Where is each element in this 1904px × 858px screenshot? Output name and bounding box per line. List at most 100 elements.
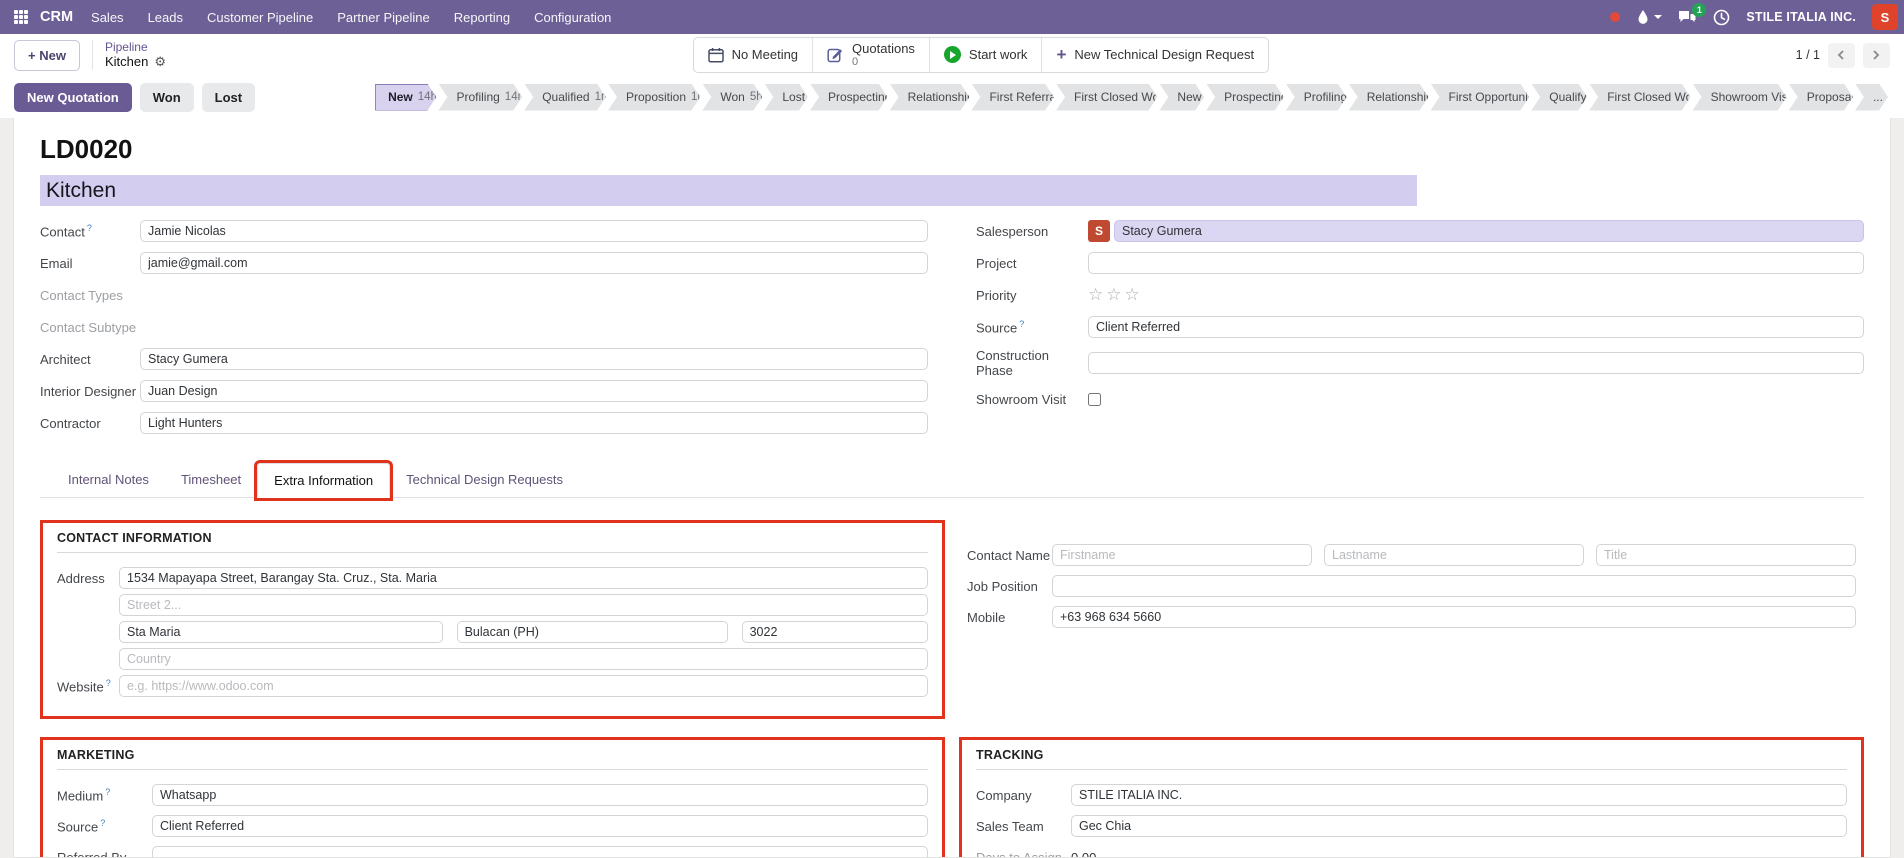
zip-input[interactable] (742, 621, 928, 643)
source-label: Source? (976, 319, 1088, 335)
new-record-button[interactable]: + New (14, 40, 80, 71)
user-avatar[interactable]: S (1872, 4, 1898, 30)
status-bar: New QuotationWonLost New14hProfiling14mQ… (0, 76, 1904, 118)
showroom-visit-checkbox[interactable] (1088, 393, 1101, 406)
referred-by-input[interactable] (152, 846, 928, 858)
contractor-input[interactable] (140, 412, 928, 434)
stage-won[interactable]: Won5h (702, 84, 764, 111)
marketing-source-input[interactable] (152, 815, 928, 837)
droplet-icon[interactable] (1636, 9, 1662, 25)
stage-proposal[interactable]: Proposal (1789, 84, 1855, 111)
breadcrumb-parent[interactable]: Pipeline (105, 40, 166, 54)
company-switcher[interactable]: STILE ITALIA INC. (1746, 10, 1856, 24)
field-row-construction-phase: Construction Phase (976, 348, 1864, 378)
start-work-button[interactable]: Start work (929, 38, 1042, 72)
firstname-input[interactable] (1052, 544, 1312, 566)
state-input[interactable] (457, 621, 728, 643)
email-input[interactable] (140, 252, 928, 274)
stage-relationship[interactable]: Relationship (890, 84, 972, 111)
tab-timesheet[interactable]: Timesheet (165, 463, 257, 498)
city-input[interactable] (119, 621, 443, 643)
menu-customer-pipeline[interactable]: Customer Pipeline (207, 10, 313, 25)
stage-duration: 14h (418, 91, 437, 103)
stage-showroom-visit[interactable]: Showroom Visit (1693, 84, 1789, 111)
architect-input[interactable] (140, 348, 928, 370)
stage-label: Relationship (908, 90, 970, 104)
stage-item[interactable]: ... (1855, 84, 1890, 111)
no-meeting-button[interactable]: No Meeting (694, 38, 812, 72)
tab-technical-design-requests[interactable]: Technical Design Requests (390, 463, 579, 498)
stage-proposition[interactable]: Proposition1m (608, 84, 702, 111)
street-input[interactable] (119, 567, 928, 589)
menu-leads[interactable]: Leads (148, 10, 183, 25)
gear-icon[interactable]: ⚙ (154, 54, 166, 70)
tracking-company-input[interactable] (1071, 784, 1847, 806)
tab-extra-information[interactable]: Extra Information (257, 463, 390, 498)
form-view: LD0020 Kitchen Contact?EmailContact Type… (0, 118, 1904, 858)
status-buttons: New Quotation Won Lost (14, 83, 255, 112)
stage-profiling[interactable]: Profiling (1286, 84, 1349, 111)
record-name-field[interactable]: Kitchen (40, 175, 1417, 206)
salesperson-avatar: S (1088, 220, 1110, 242)
field-row-showroom-visit: Showroom Visit (976, 388, 1864, 410)
mobile-input[interactable] (1052, 606, 1856, 628)
interior-designer-input[interactable] (140, 380, 928, 402)
activity-clock-icon[interactable] (1713, 9, 1730, 26)
street2-input[interactable] (119, 594, 928, 616)
field-row-contact: Contact? (40, 220, 928, 242)
stage-new[interactable]: New (1159, 84, 1206, 111)
tab-internal-notes[interactable]: Internal Notes (52, 463, 165, 498)
project-input[interactable] (1088, 252, 1864, 274)
referred-by-label: Referred By (57, 850, 152, 858)
country-input[interactable] (119, 648, 928, 670)
job-position-input[interactable] (1052, 575, 1856, 597)
stage-prospecting[interactable]: Prospecting (1206, 84, 1286, 111)
salesperson-input[interactable] (1114, 220, 1864, 242)
stage-label: First Opportunity (1449, 90, 1530, 104)
breadcrumb-current: Kitchen (105, 54, 148, 70)
pager-previous-button[interactable] (1828, 43, 1855, 68)
messages-icon[interactable]: 1 (1678, 9, 1697, 25)
stage-qualified[interactable]: Qualified1m (524, 84, 608, 111)
apps-grid-icon[interactable] (14, 10, 28, 24)
stage-label: Profiling (1304, 90, 1347, 104)
quotations-button[interactable]: Quotations 0 (812, 38, 929, 72)
new-tdr-button[interactable]: + New Technical Design Request (1041, 38, 1268, 72)
construction-phase-input[interactable] (1088, 352, 1864, 374)
stage-lost[interactable]: Lost (764, 84, 810, 111)
sales-team-input[interactable] (1071, 815, 1847, 837)
stage-first-referral[interactable]: First Referral (971, 84, 1056, 111)
new-quotation-button[interactable]: New Quotation (14, 83, 132, 112)
stage-first-closed-won[interactable]: First Closed Won (1056, 84, 1159, 111)
stage-label: Prospecting (828, 90, 888, 104)
stage-duration: 1m (691, 91, 700, 103)
contact-name-label: Contact Name (967, 548, 1052, 563)
priority-stars[interactable]: ☆☆☆ (1088, 285, 1143, 305)
source-input[interactable] (1088, 316, 1864, 338)
stage-label: Qualified (542, 90, 589, 104)
menu-sales[interactable]: Sales (91, 10, 124, 25)
medium-input[interactable] (152, 784, 928, 806)
stage-qualify[interactable]: Qualify (1531, 84, 1589, 111)
pager-next-button[interactable] (1863, 43, 1890, 68)
address-label: Address (57, 571, 119, 586)
stage-first-opportunity[interactable]: First Opportunity (1431, 84, 1532, 111)
menu-reporting[interactable]: Reporting (454, 10, 510, 25)
stage-label: Prospecting (1224, 90, 1284, 104)
title-input[interactable] (1596, 544, 1856, 566)
won-button[interactable]: Won (140, 83, 194, 112)
website-input[interactable] (119, 675, 928, 697)
stage-first-closed-won[interactable]: First Closed Won (1589, 84, 1692, 111)
stage-new[interactable]: New14h (375, 84, 438, 111)
contact-types-label: Contact Types (40, 288, 140, 303)
menu-partner-pipeline[interactable]: Partner Pipeline (337, 10, 430, 25)
stage-prospecting[interactable]: Prospecting (810, 84, 890, 111)
menu-configuration[interactable]: Configuration (534, 10, 611, 25)
stage-relationship[interactable]: Relationship (1349, 84, 1431, 111)
app-brand[interactable]: CRM (40, 9, 73, 25)
stage-profiling[interactable]: Profiling14m (438, 84, 524, 111)
contact-input[interactable] (140, 220, 928, 242)
lost-button[interactable]: Lost (202, 83, 255, 112)
stage-duration: 14m (505, 91, 522, 103)
lastname-input[interactable] (1324, 544, 1584, 566)
